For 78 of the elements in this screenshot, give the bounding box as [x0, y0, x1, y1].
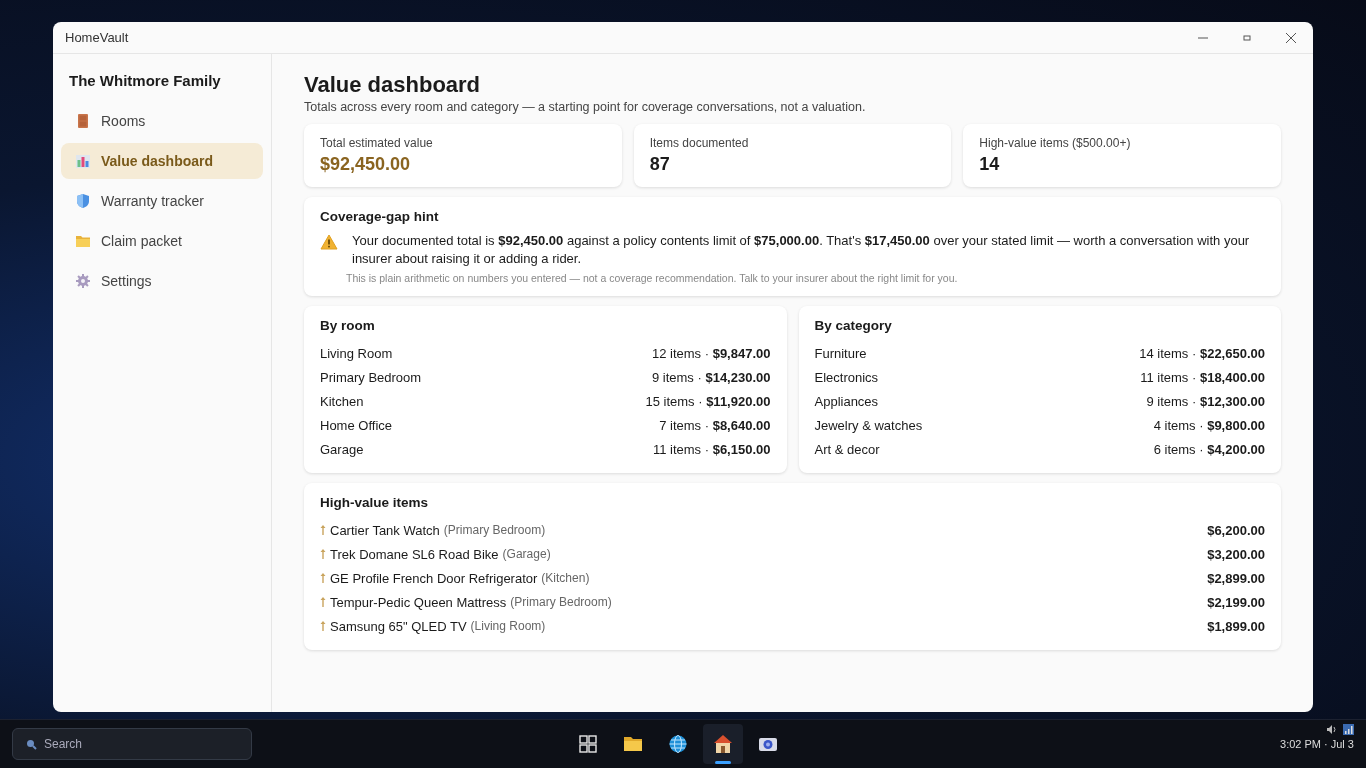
sidebar-item[interactable]: Warranty tracker — [61, 183, 263, 219]
item-name: Tempur-Pedic Queen Mattress — [330, 594, 507, 610]
sidebar-item[interactable]: Settings — [61, 263, 263, 299]
row-label: Home Office — [320, 417, 392, 433]
maximize-icon — [1243, 33, 1251, 42]
row-summary: 14 items · $22,650.00 — [1139, 345, 1265, 361]
speaker-icon[interactable] — [1326, 724, 1337, 735]
page-subtitle: Totals across every room and category — a starting point for coverage conversations, not a valuation. — [304, 100, 867, 114]
sidebar-item[interactable]: Claim packet — [61, 223, 263, 259]
disclaimer-note: This is plain arithmetic on numbers you entered — not a coverage recommendation. Talk to your insurer about the right limit for you. — [346, 272, 959, 284]
item-name: Samsung 65" QLED TV — [330, 618, 467, 634]
row-summary: 12 items · $9,847.00 — [651, 345, 771, 361]
arrow-up-icon — [320, 572, 326, 584]
stat-label: High-value items ($500.00+) — [979, 136, 1132, 150]
clock: 3:02 PM · Jul 3 — [1280, 738, 1354, 750]
household-name: The Whitmore Family — [68, 72, 222, 91]
house-icon — [713, 734, 733, 754]
item-name: Trek Domane SL6 Road Bike — [330, 546, 499, 562]
row-summary: 6 items · $4,200.00 — [1153, 441, 1265, 457]
item-value: $1,899.00 — [1207, 618, 1265, 634]
item-room: (Kitchen) — [541, 571, 590, 585]
arrow-up-icon — [320, 620, 326, 632]
warning-icon — [320, 234, 338, 250]
row-label: Kitchen — [320, 393, 364, 409]
arrow-up-icon — [320, 596, 326, 608]
item-room: (Garage) — [502, 547, 551, 561]
card-title: By category — [814, 318, 893, 333]
hint-text: Your documented total is $92,450.00 against a policy contents limit of $75,000.00. That's $17,450.00 over your stated limit — worth a conversation with your insurer about raising it or adding a rider. — [352, 232, 1251, 268]
network-icon[interactable] — [1343, 724, 1354, 735]
settings-icon — [75, 273, 91, 289]
folder-icon — [623, 734, 643, 754]
page-title: Value dashboard — [304, 72, 482, 98]
arrow-up-icon — [320, 524, 326, 536]
stat-value: $92,450.00 — [320, 154, 412, 175]
door-icon — [75, 113, 91, 129]
globe-icon — [668, 734, 688, 754]
stat-label: Total estimated value — [320, 136, 434, 150]
stat-label: Items documented — [649, 136, 750, 150]
row-summary: 7 items · $8,640.00 — [659, 417, 771, 433]
row-summary: 9 items · $12,300.00 — [1146, 393, 1265, 409]
windows-icon — [578, 734, 598, 754]
shield-icon — [75, 193, 91, 209]
item-value: $2,899.00 — [1207, 570, 1265, 586]
row-label: Jewelry & watches — [814, 417, 923, 433]
row-label: Appliances — [814, 393, 879, 409]
item-name: GE Profile French Door Refrigerator — [330, 570, 538, 586]
row-summary: 9 items · $14,230.00 — [651, 369, 771, 385]
card-title: By room — [320, 318, 376, 333]
row-summary: 15 items · $11,920.00 — [645, 393, 771, 409]
sidebar-item[interactable]: Rooms — [61, 103, 263, 139]
row-label: Living Room — [320, 345, 393, 361]
stat-value: 87 — [649, 154, 671, 175]
row-summary: 11 items · $6,150.00 — [652, 441, 771, 457]
close-icon — [1286, 32, 1296, 43]
item-room: (Primary Bedroom) — [443, 523, 546, 537]
row-summary: 4 items · $9,800.00 — [1153, 417, 1265, 433]
folder-icon — [75, 233, 91, 249]
row-label: Garage — [320, 441, 364, 457]
taskbar-app[interactable] — [703, 724, 743, 764]
bar-chart-icon — [75, 153, 91, 169]
row-label: Electronics — [814, 369, 879, 385]
item-value: $3,200.00 — [1207, 546, 1265, 562]
row-summary: 11 items · $18,400.00 — [1140, 369, 1265, 385]
sidebar-item[interactable]: Value dashboard — [61, 143, 263, 179]
row-label: Art & decor — [814, 441, 880, 457]
card-title: Coverage-gap hint — [320, 209, 440, 224]
row-label: Furniture — [814, 345, 867, 361]
window-title: HomeVault — [65, 30, 130, 45]
stat-value: 14 — [979, 154, 1001, 175]
item-room: (Primary Bedroom) — [510, 595, 612, 609]
card-title: High-value items — [320, 495, 430, 510]
item-name: Cartier Tank Watch — [330, 522, 440, 538]
arrow-up-icon — [320, 548, 326, 560]
row-label: Primary Bedroom — [320, 369, 422, 385]
item-value: $6,200.00 — [1207, 522, 1265, 538]
item-room: (Living Room) — [470, 619, 546, 633]
search-field[interactable]: Search — [12, 728, 252, 760]
item-value: $2,199.00 — [1207, 594, 1265, 610]
